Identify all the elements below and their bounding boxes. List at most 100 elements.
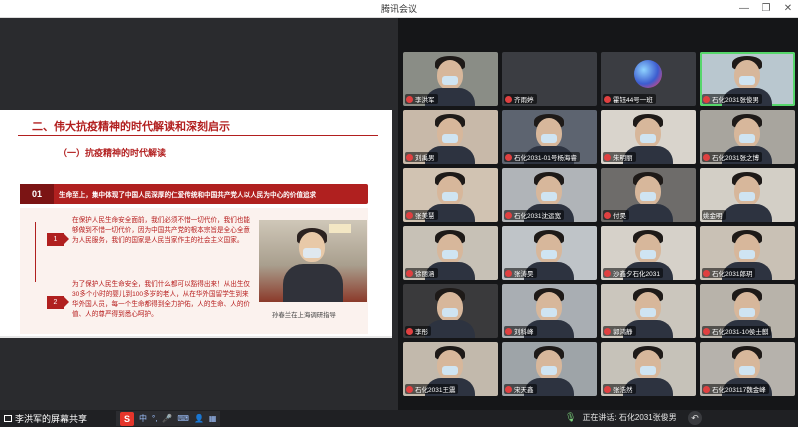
restore-icon[interactable]: ❐ (760, 0, 772, 18)
step-arrow-icon (64, 234, 69, 244)
input-method-toolbar[interactable]: S 中 °, 🎤 ⌨ 👤 ▦ (116, 411, 221, 426)
participant-name-tag: 石化2031-10侯士麒 (702, 326, 772, 336)
participant-name-tag: 石化2031沈运宽 (504, 210, 564, 220)
participant-tile[interactable]: 张美慧 (403, 168, 498, 222)
participant-name-tag: 刘科峰 (504, 326, 537, 336)
mic-muted-icon (703, 327, 710, 335)
mic-muted-icon (604, 385, 611, 393)
participant-name-tag: 张美慧 (405, 210, 438, 220)
participant-tile[interactable]: 宋天鑫 (502, 342, 597, 396)
close-icon[interactable]: ✕ (782, 0, 794, 18)
step-marker-1: 1 (47, 233, 64, 246)
participant-tile[interactable]: 张涛昊 (502, 226, 597, 280)
participant-name: 石化2031郎玥 (712, 271, 753, 278)
section-number: 01 (20, 184, 54, 204)
participant-name-tag: 霍钰44号一班 (603, 94, 656, 104)
nameplate (329, 224, 351, 233)
ime-chinese-toggle[interactable]: 中 (139, 413, 147, 424)
title-bar: 腾讯会议 — ❐ ✕ (0, 0, 798, 18)
participant-name: 石化2031张之博 (712, 155, 759, 162)
mic-muted-icon (505, 327, 512, 335)
ime-keyboard-icon[interactable]: ⌨ (177, 414, 189, 423)
participant-tile[interactable]: 刘科峰 (502, 284, 597, 338)
timeline-line (35, 222, 36, 282)
ime-punctuation-toggle[interactable]: °, (152, 414, 157, 423)
participant-name: 郭鸿静 (613, 329, 633, 336)
ime-user-icon[interactable]: 👤 (194, 414, 204, 423)
participant-name-tag: 齐雨婷 (504, 94, 537, 104)
participant-name-tag: 朱明丽 (603, 152, 636, 162)
mic-muted-icon (406, 153, 413, 161)
participant-name: 石化2031-01号杨海睿 (514, 155, 577, 162)
ime-menu-icon[interactable]: ▦ (209, 414, 217, 423)
participant-name: 张浩然 (613, 387, 633, 394)
mic-muted-icon (406, 269, 413, 277)
photo-caption: 孙春兰在上海调研指导 (272, 311, 336, 319)
participant-tile[interactable]: 徐丽涵 (403, 226, 498, 280)
screen-share-area[interactable]: 二、伟大抗疫精神的时代解读和深刻启示 （一）抗疫精神的时代解读 01 生命至上，… (0, 18, 398, 410)
participant-name: 姚金明 (703, 213, 723, 220)
back-button[interactable]: ↶ (688, 411, 702, 425)
participant-name-tag: 郭鸿静 (603, 326, 636, 336)
step-arrow-icon (64, 297, 69, 307)
participant-tile[interactable]: 李彤 (403, 284, 498, 338)
participant-tile[interactable]: 石化2031张俊男 (700, 52, 795, 106)
slide-photo (259, 220, 367, 302)
minimize-icon[interactable]: — (738, 0, 750, 18)
participant-tile[interactable]: 沙鑫夕石化2031 (601, 226, 696, 280)
participant-tile[interactable]: 郭鸿静 (601, 284, 696, 338)
participant-tile[interactable]: 石化2031-01号杨海睿 (502, 110, 597, 164)
participant-name: 李洪军 (415, 97, 435, 104)
participant-tile[interactable]: 石化2031王震 (403, 342, 498, 396)
participant-video-grid: 李洪军 齐雨婷 霍钰44号一班 石化2031张俊男刘禹男 石化2031-01号杨海睿 朱明… (398, 18, 798, 410)
participant-name: 石化2031张俊男 (712, 97, 759, 104)
participant-tile[interactable]: 刘禹男 (403, 110, 498, 164)
ime-voice-icon[interactable]: 🎤 (162, 414, 172, 423)
participant-name: 张涛昊 (514, 271, 534, 278)
participant-name: 宋天鑫 (514, 387, 534, 394)
slide-subheading: （一）抗疫精神的时代解读 (58, 148, 167, 158)
participant-tile[interactable]: 霍钰44号一班 (601, 52, 696, 106)
shared-slide: 二、伟大抗疫精神的时代解读和深刻启示 （一）抗疫精神的时代解读 01 生命至上，… (0, 110, 392, 338)
participant-tile[interactable]: 齐雨婷 (502, 52, 597, 106)
participant-avatar (634, 60, 662, 88)
mic-muted-icon (406, 95, 413, 103)
participant-name: 石化2031沈运宽 (514, 213, 561, 220)
participant-name: 石化2031王震 (415, 387, 456, 394)
screen-share-owner: 李洪军的屏幕共享 (15, 414, 88, 424)
sogou-logo-icon[interactable]: S (120, 411, 134, 426)
participant-name: 沙鑫夕石化2031 (613, 271, 660, 278)
participant-name-tag: 石化203117魏金峰 (702, 384, 769, 394)
participant-tile[interactable]: 石化203117魏金峰 (700, 342, 795, 396)
participant-name-tag: 宋天鑫 (504, 384, 537, 394)
participant-name-tag: 石化2031张之博 (702, 152, 762, 162)
participant-name-tag: 姚金明 (702, 210, 726, 220)
participant-name: 齐雨婷 (514, 97, 534, 104)
participant-tile[interactable]: 石化2031沈运宽 (502, 168, 597, 222)
participant-name-tag: 石化2031郎玥 (702, 268, 756, 278)
participant-tile[interactable]: 石化2031张之博 (700, 110, 795, 164)
mic-muted-icon (604, 211, 611, 219)
participant-tile[interactable]: 石化2031郎玥 (700, 226, 795, 280)
window-title: 腾讯会议 (380, 4, 417, 14)
window-controls: — ❐ ✕ (738, 0, 794, 18)
participant-name: 刘科峰 (514, 329, 534, 336)
mic-muted-icon (505, 95, 512, 103)
participant-tile[interactable]: 付昊 (601, 168, 696, 222)
heading-divider (18, 135, 378, 136)
participant-tile[interactable]: 姚金明 (700, 168, 795, 222)
participant-name: 付昊 (613, 213, 626, 220)
screen-share-label[interactable]: 李洪军的屏幕共享 (4, 412, 87, 425)
participant-tile[interactable]: 朱明丽 (601, 110, 696, 164)
mic-muted-icon (505, 269, 512, 277)
mic-muted-icon (406, 385, 413, 393)
participant-tile[interactable]: 张浩然 (601, 342, 696, 396)
participant-tile[interactable]: 石化2031-10侯士麒 (700, 284, 795, 338)
participant-name-tag: 付昊 (603, 210, 629, 220)
mic-muted-icon (406, 211, 413, 219)
participant-name-tag: 刘禹男 (405, 152, 438, 162)
participant-tile[interactable]: 李洪军 (403, 52, 498, 106)
speaking-label: 正在讲话: 石化2031张俊男 (582, 413, 677, 422)
participant-name: 石化2031-10侯士麒 (712, 329, 769, 336)
mic-muted-icon (604, 95, 611, 103)
